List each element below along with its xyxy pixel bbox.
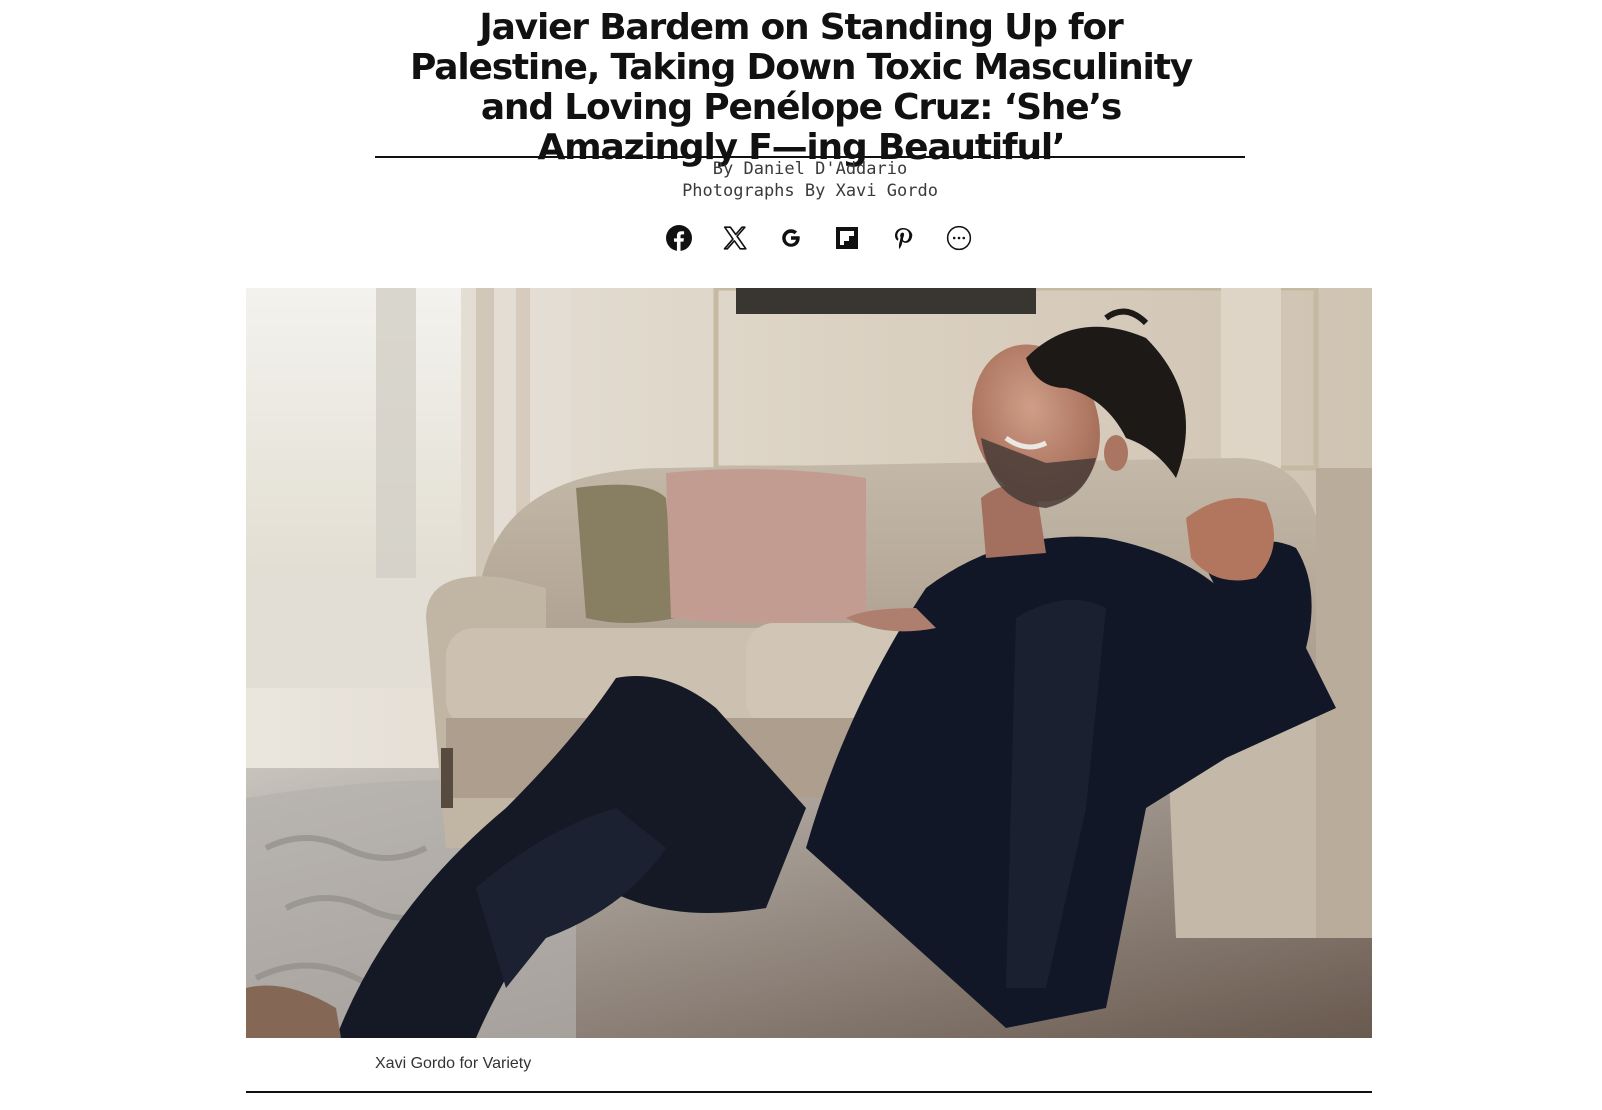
flipboard-icon xyxy=(836,227,858,249)
caption-divider xyxy=(246,1091,1372,1093)
more-icon xyxy=(946,225,972,251)
hero-photo xyxy=(246,288,1372,1038)
google-icon xyxy=(782,229,800,247)
share-facebook-button[interactable] xyxy=(664,223,694,253)
pinterest-icon xyxy=(895,228,913,249)
share-flipboard-button[interactable] xyxy=(832,223,862,253)
share-google-button[interactable] xyxy=(776,223,806,253)
author-byline[interactable]: By Daniel D'Addario xyxy=(375,159,1245,179)
headline-divider xyxy=(375,156,1245,158)
share-more-button[interactable] xyxy=(944,223,974,253)
hero-image[interactable] xyxy=(246,288,1372,1038)
facebook-icon xyxy=(666,225,692,251)
share-bar xyxy=(664,222,974,254)
share-x-button[interactable] xyxy=(720,223,750,253)
share-pinterest-button[interactable] xyxy=(888,223,918,253)
photographer-byline[interactable]: Photographs By Xavi Gordo xyxy=(375,181,1245,201)
hero-image-caption: Xavi Gordo for Variety xyxy=(375,1055,532,1072)
article-headline: Javier Bardem on Standing Up for Palesti… xyxy=(410,7,1193,168)
x-icon xyxy=(723,226,747,250)
